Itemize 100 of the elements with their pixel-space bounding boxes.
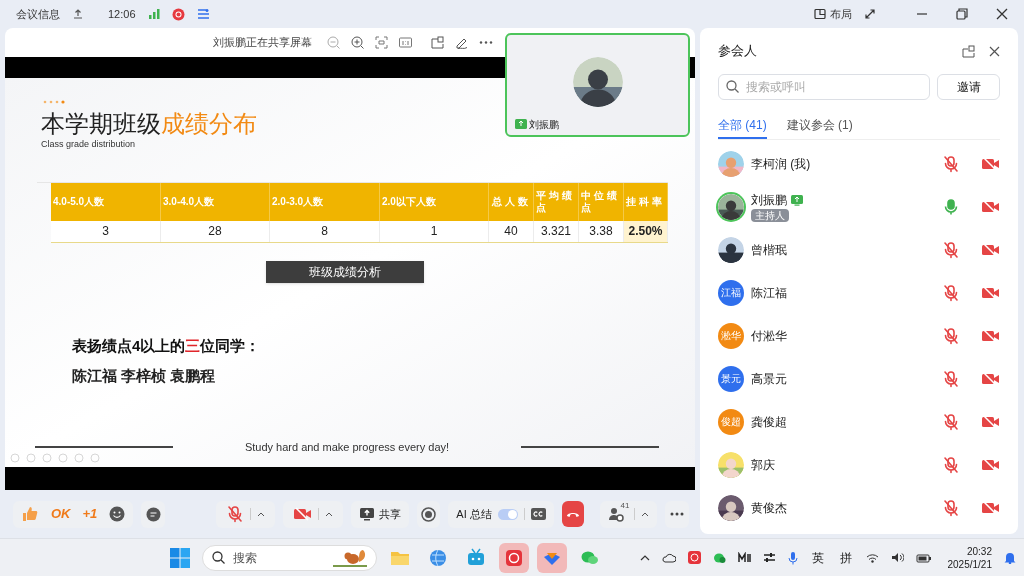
participant-name: 陈江福 <box>751 284 787 302</box>
invite-button[interactable]: 邀请 <box>937 74 1000 100</box>
emoji-icon[interactable] <box>109 506 126 522</box>
participant-name: 龚俊超 <box>751 413 787 431</box>
participant-count: 41 <box>620 499 630 512</box>
more-icon <box>670 512 685 516</box>
fit-screen-icon[interactable] <box>375 36 388 49</box>
participant-name: 付淞华 <box>751 327 787 345</box>
participant-name: 高景元 <box>751 370 787 388</box>
search-field[interactable]: 搜索或呼叫 <box>718 74 930 100</box>
chat-button[interactable] <box>141 500 165 528</box>
participant-name: 刘振鹏 <box>529 118 559 132</box>
meeting-info-label[interactable]: 会议信息 <box>16 5 60 23</box>
section-label: 班级成绩分析 <box>266 260 424 283</box>
participant-row[interactable]: 江福 陈江福 <box>718 271 1000 314</box>
taskbar-app-button[interactable] <box>537 542 567 573</box>
participant-row[interactable]: 淞华 付淞华 <box>718 314 1000 357</box>
host-badge: 主持人 <box>751 209 789 222</box>
avatar: 景元 <box>718 365 744 392</box>
audio-mixer-icon[interactable] <box>737 552 751 563</box>
column-header: 平均绩点 <box>536 189 576 214</box>
layout-icon <box>814 8 826 20</box>
close-icon[interactable] <box>996 8 1008 20</box>
footer-text: Study hard and make progress every day! <box>243 439 451 455</box>
column-header: 挂科率 <box>626 195 665 208</box>
actual-size-icon[interactable] <box>399 36 412 49</box>
notification-bell-icon[interactable] <box>1004 551 1016 564</box>
volume-icon[interactable] <box>890 552 904 563</box>
caret-icon <box>256 511 265 517</box>
participant-row[interactable]: 李柯润 (我) <box>718 142 1000 185</box>
column-header: 2.0-3.0人数 <box>272 195 324 208</box>
input-method-button[interactable]: 拼 <box>839 548 852 567</box>
cloud-icon[interactable] <box>661 552 676 563</box>
wifi-icon[interactable] <box>865 552 879 563</box>
zoom-in-icon[interactable] <box>351 36 364 49</box>
participant-name: 黄俊杰 <box>751 499 787 517</box>
participant-row[interactable]: 郭庆 <box>718 443 1000 486</box>
sliders-icon[interactable] <box>762 552 776 563</box>
thumbs-up-icon[interactable] <box>21 505 39 523</box>
participant-row[interactable]: 景元 高景元 <box>718 357 1000 400</box>
record-icon <box>421 506 437 522</box>
column-header: 3.0-4.0人数 <box>163 195 215 208</box>
avatar: 淞华 <box>718 322 744 349</box>
table-cell: 3 <box>51 220 161 242</box>
hang-up-icon <box>566 510 581 518</box>
avatar: 江福 <box>718 279 744 306</box>
participant-name: 刘振鹏 <box>751 192 787 209</box>
panel-title: 参会人 <box>718 42 758 61</box>
expand-icon[interactable] <box>864 8 876 20</box>
decorative-dots-icon <box>43 100 67 104</box>
table-cell: 28 <box>161 220 270 242</box>
ai-summary-label: AI 总结 <box>456 506 492 522</box>
share-icon[interactable] <box>72 8 84 20</box>
search-icon <box>726 80 739 93</box>
table-cell: 2.50% <box>624 220 668 242</box>
avatar: 俊超 <box>718 408 744 435</box>
layout-button[interactable]: 布局 <box>814 5 852 23</box>
participant-row[interactable]: 曾楷珉 <box>718 228 1000 271</box>
input-method-button[interactable]: 英 <box>811 548 824 567</box>
windows-start-icon[interactable] <box>169 546 191 569</box>
participants-button[interactable]: 41 <box>600 500 658 528</box>
search-icon <box>212 550 225 564</box>
record-button[interactable] <box>416 500 441 528</box>
people-icon <box>608 506 625 522</box>
taskbar-search-field[interactable]: 搜索 <box>202 544 377 571</box>
ai-summary-toggle[interactable] <box>497 508 518 520</box>
participant-name: 曾楷珉 <box>751 241 787 259</box>
participant-row[interactable]: 刘振鹏 主持人 <box>718 185 1000 228</box>
participants-tab[interactable]: 全部 (41) <box>718 112 767 139</box>
microphone-button[interactable] <box>215 500 275 528</box>
music-app-icon[interactable] <box>687 551 701 564</box>
caret-icon <box>324 511 333 517</box>
record-icon[interactable] <box>171 7 185 21</box>
close-icon[interactable] <box>989 45 1000 57</box>
sharing-status-text: 刘振鹏正在共享屏幕 <box>213 35 312 51</box>
column-header: 2.0以下人数 <box>382 195 436 208</box>
participant-name: 李柯润 (我) <box>751 155 811 173</box>
captions-icon[interactable] <box>530 508 546 520</box>
participants-tab[interactable]: 建议参会 (1) <box>786 112 853 139</box>
popout-icon[interactable] <box>431 36 444 49</box>
chat-app-icon[interactable] <box>712 551 726 564</box>
popout-icon[interactable] <box>962 44 975 58</box>
battery-icon[interactable] <box>915 552 932 563</box>
taskbar-app-button[interactable] <box>499 542 529 573</box>
camera-button[interactable] <box>282 500 343 528</box>
end-call-button[interactable] <box>561 501 585 527</box>
restore-icon[interactable] <box>956 8 968 20</box>
participant-row[interactable]: 俊超 龚俊超 <box>718 400 1000 443</box>
participant-row[interactable]: 黄俊杰 <box>718 486 1000 529</box>
column-header: 4.0-5.0人数 <box>53 195 105 208</box>
caret-icon <box>641 511 650 517</box>
annotate-icon[interactable] <box>455 36 468 49</box>
participant-name: 郭庆 <box>751 456 775 474</box>
chat-icon <box>145 506 161 522</box>
chevron-up-icon[interactable] <box>639 554 650 561</box>
microphone-icon[interactable] <box>787 550 798 565</box>
share-button[interactable]: 共享 <box>350 500 409 528</box>
list-icon[interactable] <box>196 8 210 20</box>
share-screen-icon <box>358 506 375 522</box>
meeting-duration: 12:06 <box>108 6 136 22</box>
